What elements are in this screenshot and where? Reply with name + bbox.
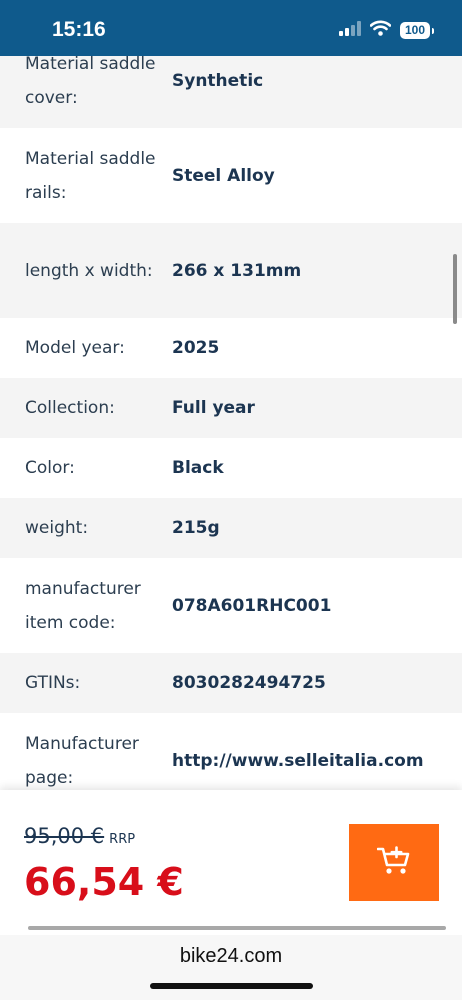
cellular-signal-icon (339, 20, 361, 40)
spec-row: weight: 215g (0, 498, 462, 558)
add-to-cart-button[interactable] (349, 824, 439, 901)
price-panel: 95,00 € RRP 66,54 € (0, 790, 462, 935)
spec-row: Color: Black (0, 438, 462, 498)
battery-icon: 100 (400, 21, 434, 39)
battery-level: 100 (404, 23, 426, 37)
spec-row: GTINs: 8030282494725 (0, 653, 462, 713)
spec-value: 215g (172, 518, 220, 538)
status-bar: 15:16 100 (0, 0, 462, 56)
spec-value: Full year (172, 398, 255, 418)
spec-label: Model year: (25, 338, 125, 358)
current-price: 66,54 € (24, 860, 184, 904)
spec-label: length x width: (25, 260, 153, 281)
spec-value: Black (172, 458, 224, 478)
spec-row: Collection: Full year (0, 378, 462, 438)
rrp-line: 95,00 € RRP (24, 824, 135, 848)
spec-label: Manufacturer page: (25, 733, 139, 788)
spec-label: manufacturer item code: (25, 578, 141, 633)
spec-label: weight: (25, 518, 89, 538)
browser-address-bar[interactable]: bike24.com (0, 935, 462, 1000)
spec-label: Material saddle cover: (25, 53, 156, 108)
cart-plus-icon (376, 846, 411, 879)
spec-value: 2025 (172, 338, 220, 358)
status-icons: 100 (339, 20, 434, 40)
spec-label: GTINs: (25, 673, 81, 693)
page-scrollbar[interactable] (453, 254, 457, 324)
rrp-label: RRP (109, 832, 136, 847)
spec-value: Synthetic (172, 70, 264, 91)
spec-row: Model year: 2025 (0, 318, 462, 378)
spec-value: Steel Alloy (172, 165, 275, 186)
old-price: 95,00 € (24, 824, 105, 848)
spec-label: Material saddle rails: (25, 148, 156, 203)
home-indicator[interactable] (150, 983, 313, 989)
spec-value: 8030282494725 (172, 673, 326, 693)
manufacturer-link[interactable]: http://www.selleitalia.com (172, 751, 424, 771)
spec-row: manufacturer item code: 078A601RHC001 (0, 558, 462, 653)
spec-value: 078A601RHC001 (172, 595, 332, 616)
spec-value: 266 x 131mm (172, 260, 302, 281)
horizontal-scrollbar[interactable] (28, 926, 446, 930)
spec-row: Material saddle rails: Steel Alloy (0, 128, 462, 223)
wifi-icon (369, 20, 392, 40)
spec-label: Color: (25, 458, 75, 478)
spec-table: Material saddle cover: Synthetic Materia… (0, 33, 462, 808)
spec-row: length x width: 266 x 131mm (0, 223, 462, 318)
spec-label: Collection: (25, 398, 115, 418)
url-text[interactable]: bike24.com (0, 945, 462, 968)
status-time: 15:16 (52, 18, 106, 41)
